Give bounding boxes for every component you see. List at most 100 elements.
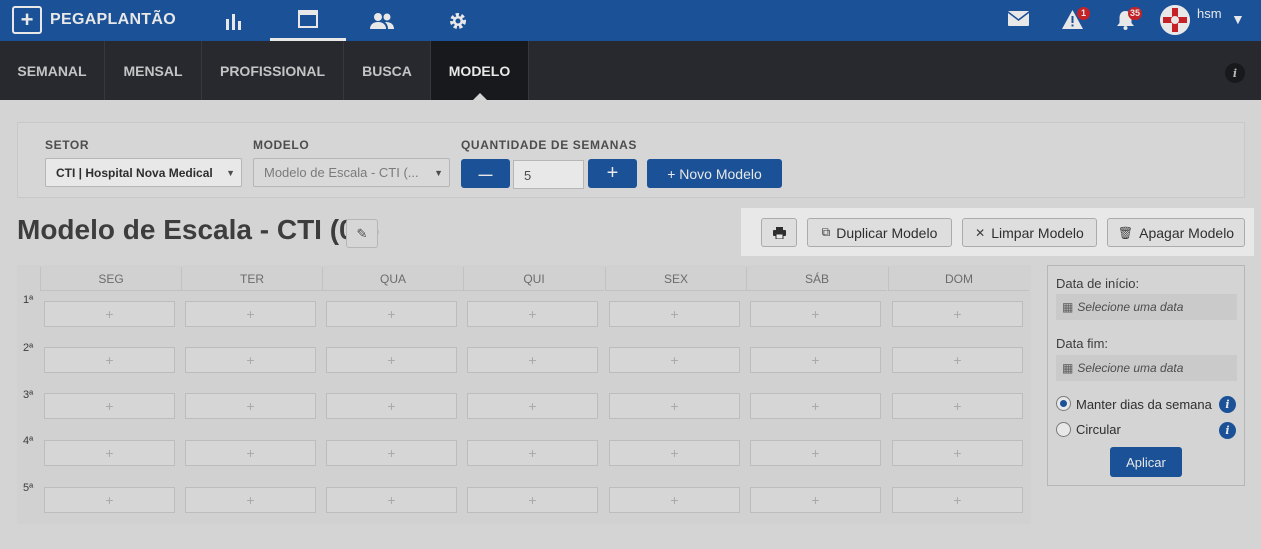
close-icon: ✕ [975,225,986,240]
section-tabs: SEMANAL MENSAL PROFISSIONAL BUSCA MODELO [0,41,1261,100]
delete-model-button[interactable]: 🗑 Apagar Modelo [1107,218,1245,247]
add-shift-cell[interactable]: + [609,440,740,466]
hospital-logo-icon [1160,5,1190,35]
add-shift-cell[interactable]: + [44,487,175,513]
add-shift-cell[interactable]: + [326,440,457,466]
add-shift-cell[interactable]: + [609,301,740,327]
day-header: TER [181,267,322,291]
modelo-label: MODELO [253,138,310,152]
day-header: QUI [463,267,604,291]
end-date-label: Data fim: [1056,336,1109,351]
add-shift-cell[interactable]: + [750,347,881,373]
trash-icon: 🗑 [1117,225,1134,240]
new-model-button[interactable]: + Novo Modelo [647,159,782,188]
radio-manter[interactable] [1056,396,1071,411]
alerts-button[interactable]: 1 [1062,7,1090,34]
circular-label[interactable]: Circular [1076,422,1121,437]
apply-label: Aplicar [1126,454,1166,470]
calendar-icon: ▦ [1062,300,1074,314]
print-button[interactable] [761,218,797,247]
add-shift-cell[interactable]: + [750,487,881,513]
nav-users[interactable] [344,0,420,41]
add-shift-cell[interactable]: + [467,301,598,327]
plus-icon: + [606,162,619,184]
add-shift-cell[interactable]: + [750,301,881,327]
radio-circular[interactable] [1056,422,1071,437]
end-date-field[interactable]: ▦ Selecione uma data [1056,355,1237,381]
add-shift-cell[interactable]: + [44,393,175,419]
add-shift-cell[interactable]: + [892,301,1023,327]
add-shift-cell[interactable]: + [185,301,316,327]
add-shift-cell[interactable]: + [467,440,598,466]
add-shift-cell[interactable]: + [326,347,457,373]
nav-schedule[interactable] [270,0,346,41]
add-shift-cell[interactable]: + [326,393,457,419]
day-header: SÁB [746,267,887,291]
tab-semanal[interactable]: SEMANAL [0,41,105,100]
start-date-field[interactable]: ▦ Selecione uma data [1056,294,1237,320]
tab-label: SEMANAL [17,62,87,79]
week-label: 3ª [23,389,34,401]
user-menu-chevron-down-icon[interactable]: ▼ [1231,11,1245,27]
info-icon[interactable]: i [1225,63,1245,83]
add-shift-cell[interactable]: + [609,393,740,419]
tab-modelo[interactable]: MODELO [431,41,529,100]
week-label: 4ª [23,435,34,447]
add-shift-cell[interactable]: + [467,393,598,419]
apply-button[interactable]: Aplicar [1110,447,1182,477]
add-shift-cell[interactable]: + [609,347,740,373]
add-shift-cell[interactable]: + [892,487,1023,513]
tab-profissional[interactable]: PROFISSIONAL [202,41,344,100]
increase-weeks-button[interactable]: + [588,159,637,188]
tab-mensal[interactable]: MENSAL [105,41,202,100]
day-header: QUA [322,267,463,291]
weeks-quantity-input[interactable]: 5 [513,160,584,189]
logo-plus-icon: + [12,6,42,34]
print-icon [772,226,786,239]
chevron-down-icon: ▼ [226,168,235,178]
edit-title-button[interactable]: ✎ [346,219,378,248]
nav-settings[interactable] [420,0,496,41]
add-shift-cell[interactable]: + [892,347,1023,373]
manter-label[interactable]: Manter dias da semana [1076,397,1212,412]
tab-busca[interactable]: BUSCA [344,41,431,100]
start-date-label: Data de início: [1056,276,1140,291]
modelo-select[interactable]: Modelo de Escala - CTI (... ▼ [253,158,450,187]
add-shift-cell[interactable]: + [185,347,316,373]
username[interactable]: hsm [1197,6,1222,21]
week-label: 2ª [23,342,34,354]
minus-icon: — [478,165,493,182]
avatar[interactable] [1160,5,1190,35]
app-logo[interactable]: + PEGAPLANTÃO [12,6,176,34]
users-icon [370,12,394,29]
copy-icon: ⧉ [821,225,831,239]
calendar-icon: ▦ [1062,361,1074,375]
decrease-weeks-button[interactable]: — [461,159,510,188]
add-shift-cell[interactable]: + [185,487,316,513]
add-shift-cell[interactable]: + [892,440,1023,466]
add-shift-cell[interactable]: + [467,487,598,513]
add-shift-cell[interactable]: + [467,347,598,373]
messages-button[interactable] [1007,11,1030,31]
add-shift-cell[interactable]: + [185,440,316,466]
notifications-button[interactable]: 35 [1116,7,1142,35]
info-icon[interactable]: i [1219,422,1236,439]
start-date-placeholder: Selecione uma data [1077,300,1184,314]
add-shift-cell[interactable]: + [326,487,457,513]
add-shift-cell[interactable]: + [44,347,175,373]
delete-label: Apagar Modelo [1139,224,1235,241]
add-shift-cell[interactable]: + [750,393,881,419]
add-shift-cell[interactable]: + [892,393,1023,419]
duplicate-model-button[interactable]: ⧉ Duplicar Modelo [807,218,952,247]
add-shift-cell[interactable]: + [750,440,881,466]
info-icon[interactable]: i [1219,396,1236,413]
tab-label: MENSAL [123,62,183,79]
add-shift-cell[interactable]: + [44,440,175,466]
nav-reports[interactable] [196,0,272,41]
add-shift-cell[interactable]: + [44,301,175,327]
add-shift-cell[interactable]: + [185,393,316,419]
add-shift-cell[interactable]: + [326,301,457,327]
add-shift-cell[interactable]: + [609,487,740,513]
setor-select[interactable]: CTI | Hospital Nova Medical ▼ [45,158,242,187]
clear-model-button[interactable]: ✕ Limpar Modelo [962,218,1097,247]
